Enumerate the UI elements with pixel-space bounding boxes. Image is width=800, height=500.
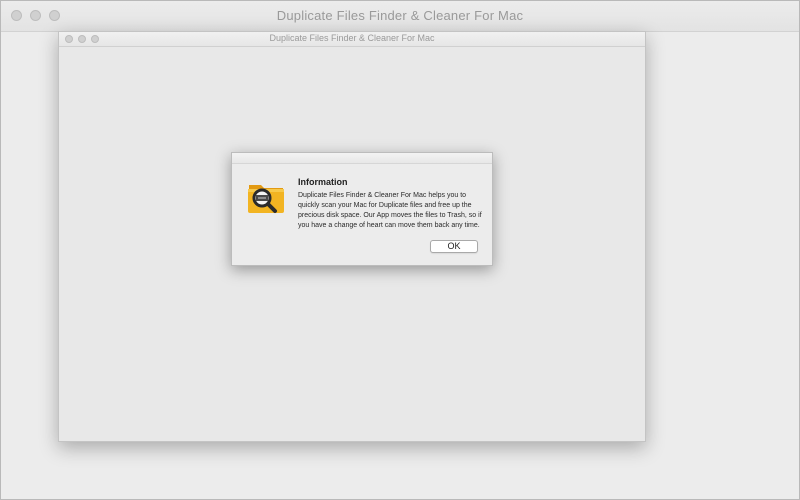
information-dialog: Information Duplicate Files Finder & Cle… — [231, 152, 493, 266]
dialog-message: Duplicate Files Finder & Cleaner For Mac… — [298, 192, 482, 229]
app-window-titlebar[interactable]: Duplicate Files Finder & Cleaner For Mac — [59, 32, 645, 47]
main-window-titlebar[interactable]: Duplicate Files Finder & Cleaner For Mac — [1, 1, 799, 32]
main-window-title: Duplicate Files Finder & Cleaner For Mac — [276, 8, 524, 23]
dialog-titlebar — [232, 153, 492, 164]
app-window-title: Duplicate Files Finder & Cleaner For Mac — [269, 33, 435, 43]
dialog-title: Information — [298, 177, 348, 187]
folder-magnifier-icon — [248, 185, 284, 213]
ok-button[interactable]: OK — [430, 240, 478, 253]
